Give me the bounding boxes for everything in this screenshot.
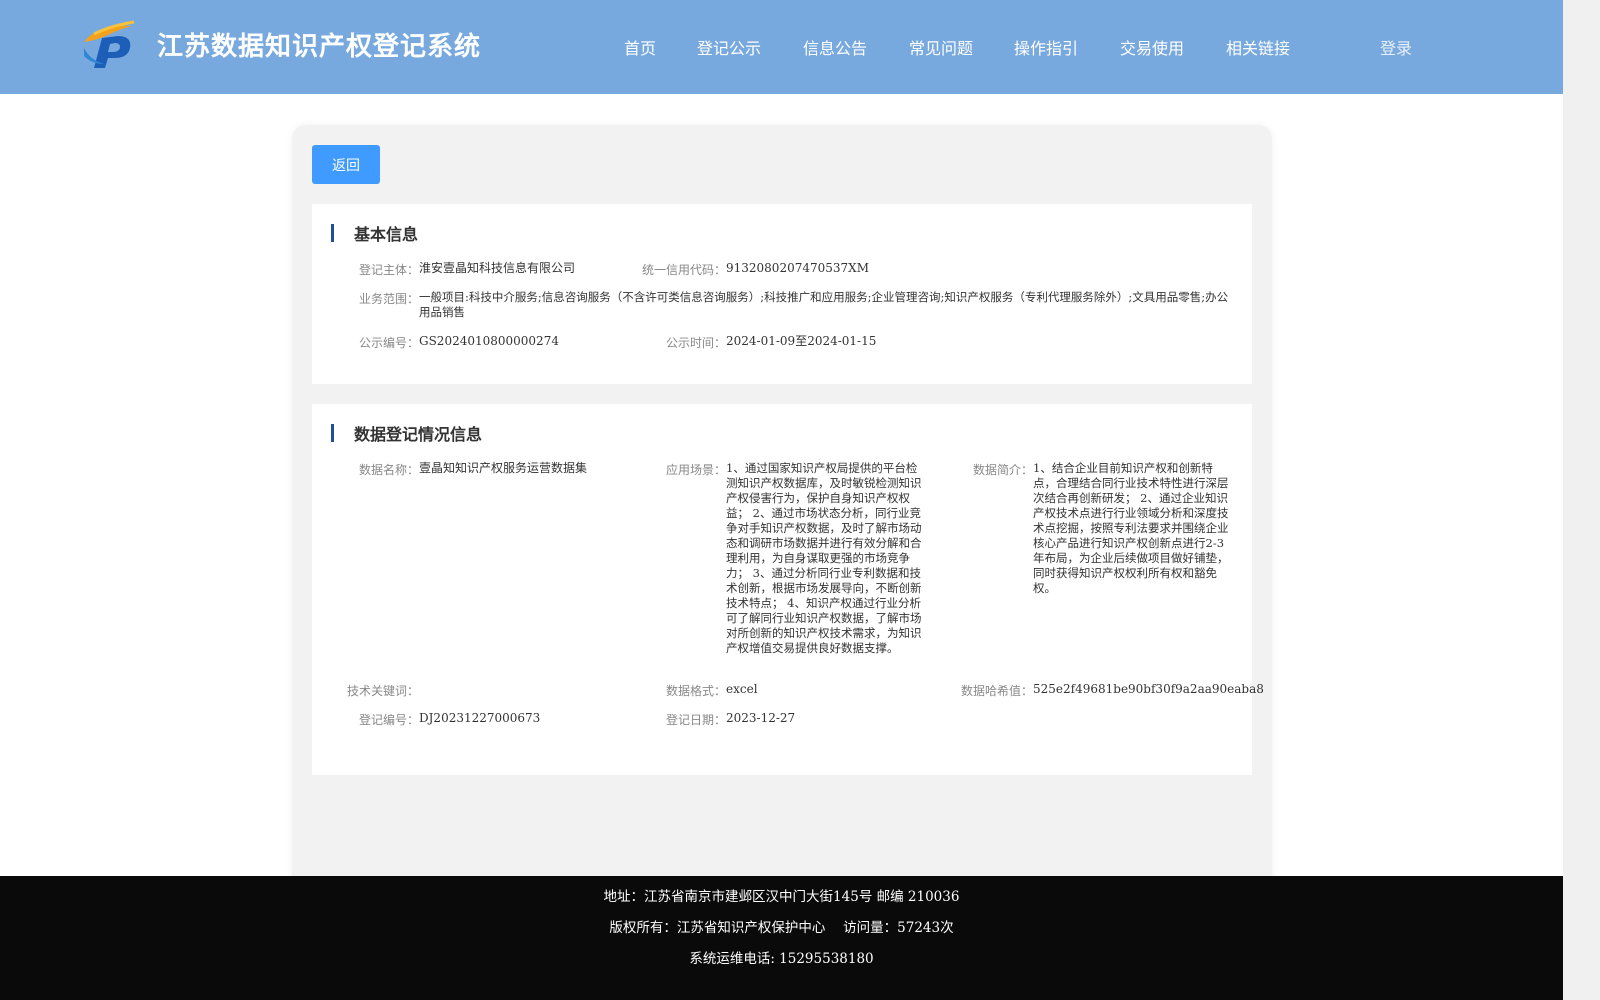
- detail-panel: 返回 基本信息 登记主体： 淮安壹晶知科技信息有限公司 统一信用代码： 9132…: [292, 125, 1272, 900]
- scrollbar-track[interactable]: [1563, 0, 1600, 1000]
- business-scope-label: 业务范围：: [358, 292, 419, 306]
- reg-date-label: 登记日期：: [665, 713, 726, 727]
- scenario-label: 应用场景：: [665, 463, 726, 477]
- section-accent-bar: [331, 224, 334, 242]
- business-scope-value: 一般项目:科技中介服务;信息咨询服务（不含许可类信息咨询服务）;科技推广和应用服…: [419, 290, 1229, 319]
- footer-address: 地址：江苏省南京市建邺区汉中门大街145号 邮编 210036: [603, 889, 960, 905]
- credit-code-label: 统一信用代码：: [641, 263, 726, 277]
- reg-no-value: DJ20231227000673: [419, 711, 541, 725]
- credit-code-value: 9132080207470537XM: [726, 261, 869, 275]
- site-title[interactable]: 江苏数据知识产权登记系统: [157, 26, 481, 63]
- registrant-label: 登记主体：: [358, 263, 419, 277]
- nav-item-faq[interactable]: 常见问题: [909, 35, 973, 59]
- section-title-basic-info: 基本信息: [354, 225, 419, 244]
- section-accent-bar: [331, 424, 334, 442]
- publicity-time-value: 2024-01-09至2024-01-15: [726, 334, 877, 348]
- nav-item-home[interactable]: 首页: [624, 35, 656, 59]
- login-link[interactable]: 登录: [1380, 35, 1412, 59]
- basic-info-card: 基本信息 登记主体： 淮安壹晶知科技信息有限公司 统一信用代码： 9132080…: [312, 204, 1252, 384]
- format-value: excel: [726, 682, 758, 696]
- publicity-time-label: 公示时间：: [665, 336, 726, 350]
- section-title-data-registration: 数据登记情况信息: [354, 425, 483, 444]
- publicity-no-value: GS2024010800000274: [419, 334, 559, 348]
- nav-item-trading[interactable]: 交易使用: [1120, 35, 1184, 59]
- scenario-value: 1、通过国家知识产权局提供的平台检测知识产权数据库，及时敏锐检测知识产权侵害行为…: [726, 461, 922, 655]
- publicity-no-label: 公示编号：: [358, 336, 419, 350]
- data-name-value: 壹晶知知识产权服务运营数据集: [419, 461, 588, 475]
- footer-copyright: 版权所有：江苏省知识产权保护中心 访问量：57243次: [609, 920, 954, 936]
- footer-phone: 系统运维电话: 15295538180: [689, 951, 874, 967]
- hash-value: 525e2f49681be90bf30f9a2aa90eaba8: [1033, 682, 1264, 696]
- keywords-label: 技术关键词：: [346, 684, 419, 698]
- registrant-value: 淮安壹晶知科技信息有限公司: [419, 261, 576, 275]
- nav-item-registration-publicity[interactable]: 登记公示: [697, 35, 761, 59]
- summary-label: 数据简介：: [972, 463, 1033, 477]
- site-footer: 地址：江苏省南京市建邺区汉中门大街145号 邮编 210036 版权所有：江苏省…: [0, 876, 1563, 1000]
- format-label: 数据格式：: [665, 684, 726, 698]
- nav-item-links[interactable]: 相关链接: [1226, 35, 1290, 59]
- site-logo-icon[interactable]: [80, 20, 138, 70]
- back-button[interactable]: 返回: [312, 145, 380, 184]
- summary-value: 1、结合企业目前知识产权和创新特点，合理结合同行业技术特性进行深层次结合再创新研…: [1033, 461, 1229, 595]
- reg-date-value: 2023-12-27: [726, 711, 796, 725]
- nav-item-announcements[interactable]: 信息公告: [803, 35, 867, 59]
- hash-label: 数据哈希值：: [960, 684, 1033, 698]
- data-name-label: 数据名称：: [358, 463, 419, 477]
- data-registration-card: 数据登记情况信息 数据名称： 壹晶知知识产权服务运营数据集 应用场景： 1、通过…: [312, 404, 1264, 775]
- reg-no-label: 登记编号：: [358, 713, 419, 727]
- site-header: 江苏数据知识产权登记系统 首页 登记公示 信息公告 常见问题 操作指引 交易使用…: [0, 0, 1563, 94]
- nav-item-guide[interactable]: 操作指引: [1014, 35, 1078, 59]
